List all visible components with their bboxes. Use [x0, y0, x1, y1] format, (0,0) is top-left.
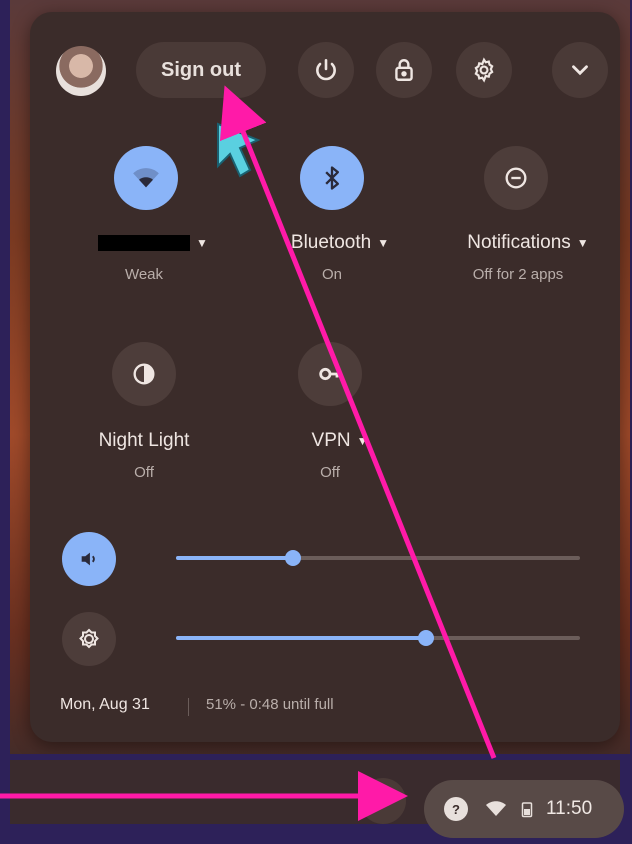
brightness-slider-fill	[176, 636, 426, 640]
battery-status[interactable]: 51% - 0:48 until full	[206, 696, 334, 713]
notifications-toggle[interactable]	[484, 146, 548, 210]
vpn-dropdown-icon: ▼	[356, 433, 369, 448]
lock-button[interactable]	[376, 42, 432, 98]
bluetooth-toggle[interactable]	[300, 146, 364, 210]
footer-divider	[188, 698, 189, 716]
volume-slider[interactable]	[176, 550, 580, 566]
settings-button[interactable]	[456, 42, 512, 98]
lock-icon	[395, 59, 413, 81]
brightness-slider[interactable]	[176, 630, 580, 646]
collapse-button[interactable]	[552, 42, 608, 98]
notifications-label: Notifications	[467, 232, 571, 253]
bluetooth-dropdown-icon: ▼	[377, 235, 390, 250]
notifications-dropdown-icon: ▼	[576, 235, 589, 250]
vpn-toggle[interactable]	[298, 342, 362, 406]
bluetooth-icon	[325, 166, 339, 190]
wifi-weak-icon	[133, 168, 159, 188]
do-not-disturb-icon	[505, 167, 527, 189]
vpn-status: Off	[320, 464, 340, 481]
wifi-status: Weak	[124, 266, 164, 283]
vpn-label-button[interactable]: VPN ▼	[290, 430, 390, 452]
power-icon	[316, 58, 336, 81]
volume-slider-thumb[interactable]	[285, 550, 301, 566]
shelf-app-button[interactable]	[360, 778, 406, 824]
wifi-network-name-redacted	[98, 234, 191, 251]
brightness-slider-thumb[interactable]	[418, 630, 434, 646]
status-tray-button[interactable]: ? 11:50	[424, 780, 624, 838]
gear-icon	[474, 57, 494, 83]
brightness-button	[62, 612, 116, 666]
bluetooth-label-button[interactable]: Bluetooth ▼	[270, 232, 410, 254]
sign-out-button[interactable]: Sign out	[136, 42, 266, 98]
help-badge-icon: ?	[444, 797, 468, 821]
user-avatar[interactable]	[56, 46, 106, 96]
brightness-icon	[79, 628, 99, 649]
chevron-down-icon	[572, 65, 588, 76]
date-button[interactable]: Mon, Aug 31	[60, 696, 150, 714]
night-light-label[interactable]: Night Light	[84, 430, 204, 452]
power-button[interactable]	[298, 42, 354, 98]
bluetooth-status: On	[321, 266, 342, 283]
wifi-label-button[interactable]: ▼	[98, 232, 208, 254]
notifications-status: Off for 2 apps	[472, 266, 564, 283]
night-light-toggle[interactable]	[112, 342, 176, 406]
wifi-tray-icon	[486, 801, 506, 816]
wifi-dropdown-icon: ▼	[196, 235, 208, 250]
window-icon	[376, 796, 390, 806]
volume-mute-button[interactable]	[62, 532, 116, 586]
vpn-key-icon	[319, 367, 341, 381]
mouse-pointer-icon	[217, 122, 261, 178]
notifications-label-button[interactable]: Notifications ▼	[448, 232, 608, 254]
night-light-status: Off	[134, 464, 154, 481]
battery-tray-icon	[521, 802, 533, 818]
clock: 11:50	[546, 798, 593, 819]
bluetooth-label: Bluetooth	[290, 232, 372, 253]
vpn-label: VPN	[311, 430, 351, 451]
volume-slider-fill	[176, 556, 293, 560]
night-light-icon	[133, 363, 155, 385]
wifi-toggle[interactable]	[114, 146, 178, 210]
volume-icon	[81, 552, 95, 566]
